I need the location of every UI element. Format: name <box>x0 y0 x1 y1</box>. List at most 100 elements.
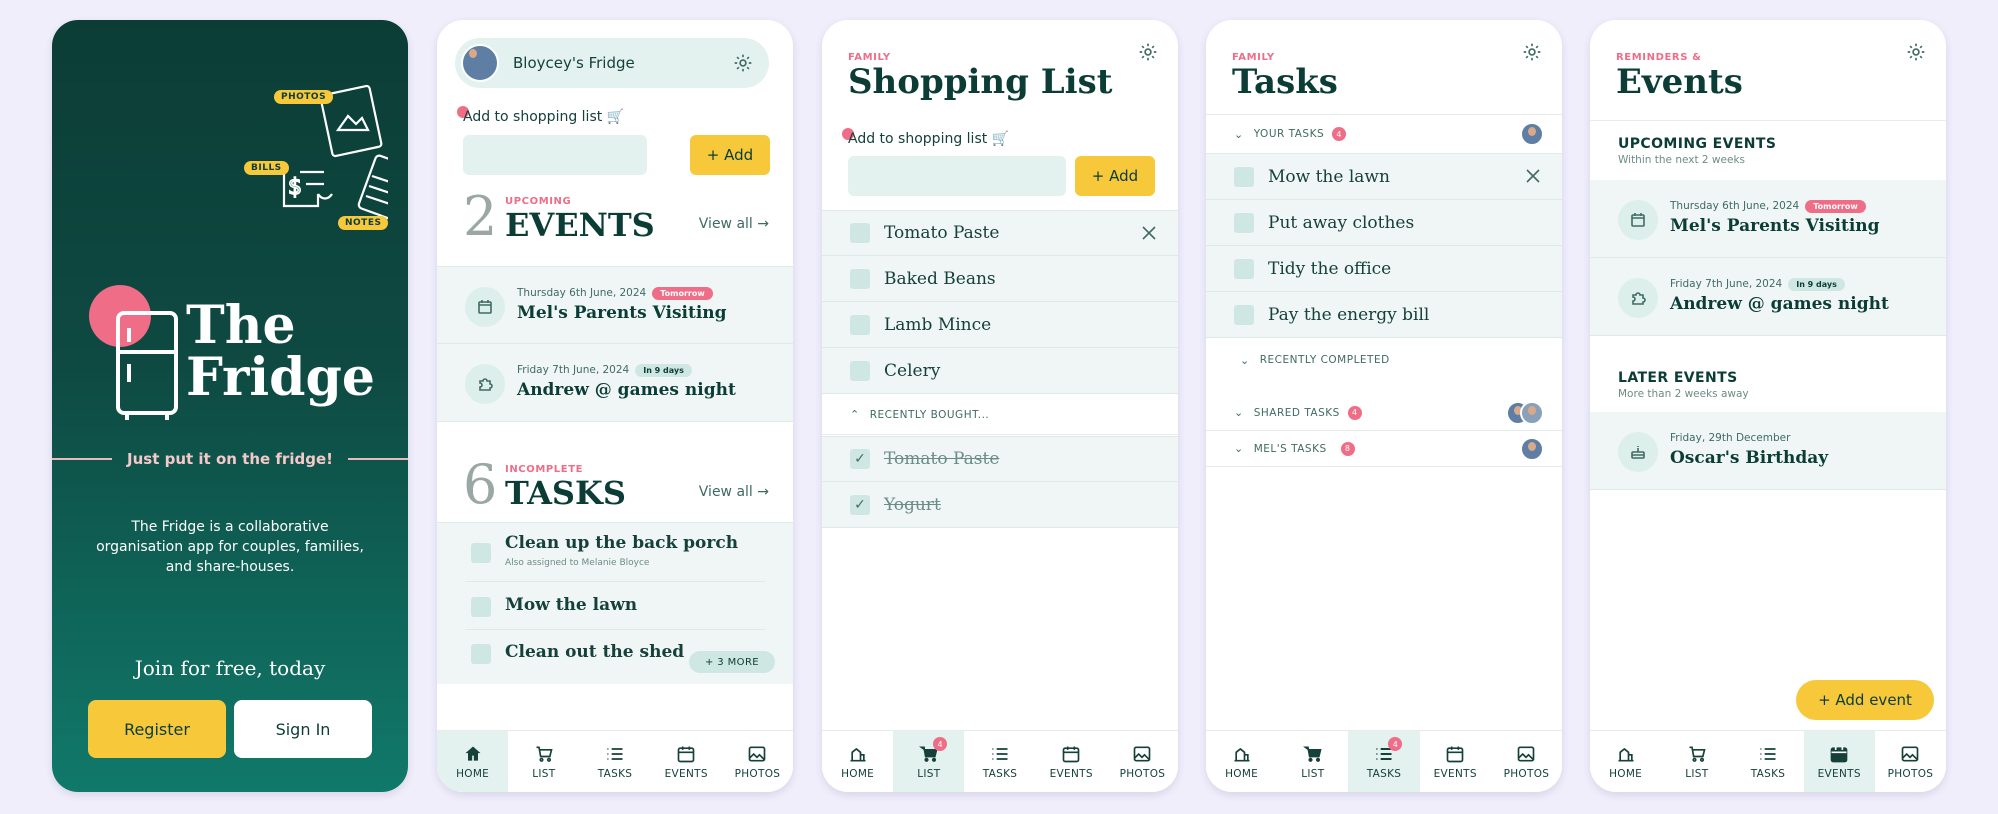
event-row[interactable]: Friday 7th June, 2024 In 9 days Andrew @ … <box>437 344 793 422</box>
more-tasks-button[interactable]: + 3 MORE <box>689 651 775 673</box>
event-row[interactable]: Thursday 6th June, 2024 Tomorrow Mel's Pa… <box>437 266 793 344</box>
tasks-badge: 4 <box>1388 737 1403 751</box>
task-checkbox[interactable] <box>1234 166 1254 187</box>
list-item[interactable]: Lamb Mince <box>822 302 1178 348</box>
list-item[interactable]: ✓ Tomato Paste <box>822 436 1178 482</box>
tab-tasks[interactable]: 4 TASKS <box>1348 731 1420 792</box>
add-event-button[interactable]: + Add event <box>1796 680 1934 720</box>
close-icon[interactable] <box>1526 169 1540 183</box>
task-checkbox[interactable] <box>471 644 491 664</box>
avatar <box>461 44 499 82</box>
check-icon[interactable]: ✓ <box>850 449 870 469</box>
task-title: Clean up the back porch <box>505 533 739 553</box>
register-button[interactable]: Register <box>88 700 226 758</box>
task-checkbox[interactable] <box>471 597 491 617</box>
task-checkbox[interactable] <box>1234 212 1254 233</box>
status-badge: In 9 days <box>1788 278 1845 291</box>
gear-icon[interactable] <box>1906 42 1926 62</box>
task-checkbox[interactable] <box>1234 258 1254 279</box>
tab-photos[interactable]: PHOTOS <box>1107 731 1178 792</box>
item-checkbox[interactable] <box>850 360 870 381</box>
add-label-text: Add to shopping list <box>848 131 988 147</box>
item-checkbox[interactable] <box>850 314 870 335</box>
divider <box>1590 120 1946 121</box>
item-checkbox[interactable] <box>850 223 870 243</box>
task-item[interactable]: Pay the energy bill <box>1206 292 1562 338</box>
task-label: Put away clothes <box>1268 212 1415 233</box>
tab-home[interactable]: HOME <box>1590 731 1661 792</box>
list-item[interactable]: Baked Beans <box>822 256 1178 302</box>
view-all-tasks-link[interactable]: View all → <box>699 484 769 500</box>
mels-tasks-toggle[interactable]: ⌄ MEL'S TASKS 8 <box>1206 431 1562 467</box>
join-heading: Join for free, today <box>134 656 326 680</box>
tab-photos[interactable]: PHOTOS <box>722 731 793 792</box>
task-checkbox[interactable] <box>471 543 491 563</box>
calendar-icon <box>677 746 695 762</box>
fridge-switcher[interactable]: Bloycey's Fridge <box>455 38 769 88</box>
logo-line1: The <box>186 295 296 356</box>
shopping-input[interactable] <box>463 135 647 175</box>
add-button[interactable]: + Add <box>1075 156 1155 196</box>
recently-bought-toggle[interactable]: ⌃ RECENTLY BOUGHT... <box>822 395 1178 435</box>
tab-list[interactable]: LIST <box>1277 731 1348 792</box>
check-icon[interactable]: ✓ <box>850 494 870 515</box>
puzzle-icon <box>1618 278 1658 318</box>
page-title: Shopping List <box>848 62 1113 102</box>
add-to-list-label: Add to shopping list 🛒 <box>848 131 1009 147</box>
tab-tasks[interactable]: TASKS <box>964 731 1035 792</box>
status-badge: In 9 days <box>635 364 692 377</box>
event-date-text: Friday 7th June, 2024 <box>1670 278 1783 290</box>
chevron-down-icon: ⌄ <box>1234 127 1244 141</box>
task-item[interactable]: Mow the lawn <box>1206 154 1562 200</box>
chevron-down-icon: ⌄ <box>1234 406 1244 419</box>
task-item[interactable]: Tidy the office <box>1206 246 1562 292</box>
gear-icon[interactable] <box>1138 42 1158 62</box>
tab-home[interactable]: HOME <box>437 731 509 792</box>
tab-home[interactable]: HOME <box>1206 731 1277 792</box>
tab-home[interactable]: HOME <box>822 731 893 792</box>
bills-tag: BILLS <box>244 161 289 175</box>
add-button[interactable]: + Add <box>690 135 770 175</box>
recently-completed-toggle[interactable]: ⌄ RECENTLY COMPLETED <box>1206 340 1562 380</box>
tab-events[interactable]: EVENTS <box>1420 731 1491 792</box>
close-icon[interactable] <box>1142 226 1156 240</box>
view-all-events-link[interactable]: View all → <box>699 216 769 232</box>
tab-events[interactable]: EVENTS <box>1036 731 1107 792</box>
sign-in-button[interactable]: Sign In <box>234 700 372 758</box>
tab-photos[interactable]: PHOTOS <box>1875 731 1946 792</box>
list-item[interactable]: ✓ Yogurt <box>822 482 1178 528</box>
event-row[interactable]: Thursday 6th June, 2024 Tomorrow Mel's Pa… <box>1590 180 1946 258</box>
tab-events[interactable]: EVENTS <box>651 731 722 792</box>
tab-photos[interactable]: PHOTOS <box>1491 731 1562 792</box>
list-item[interactable]: Celery <box>822 348 1178 394</box>
item-checkbox[interactable] <box>850 268 870 289</box>
tab-tasks[interactable]: TASKS <box>1732 731 1803 792</box>
tab-list[interactable]: LIST <box>508 731 579 792</box>
tab-events[interactable]: EVENTS <box>1803 731 1875 792</box>
gear-icon[interactable] <box>1522 42 1542 62</box>
event-row[interactable]: Friday 7th June, 2024 In 9 days Andrew @ … <box>1590 258 1946 336</box>
tab-tasks[interactable]: TASKS <box>579 731 650 792</box>
gear-icon[interactable] <box>733 53 753 73</box>
later-heading: LATER EVENTS <box>1618 370 1738 386</box>
event-row[interactable]: Friday, 29th December Oscar's Birthday <box>1590 412 1946 490</box>
home-icon <box>465 746 481 761</box>
events-count: 2 <box>463 185 498 248</box>
tab-list[interactable]: 4 LIST <box>893 731 965 792</box>
avatar <box>1520 437 1544 461</box>
tab-bar: HOME LIST TASKS EVENTS PHOTOS <box>1590 730 1946 792</box>
item-label: Tomato Paste <box>884 223 1000 243</box>
task-note: Also assigned to Melanie Bloyce <box>505 558 650 568</box>
home-icon <box>1234 747 1250 761</box>
shopping-input[interactable] <box>848 156 1066 196</box>
your-tasks-toggle[interactable]: ⌄ YOUR TASKS 4 <box>1206 114 1562 154</box>
task-checkbox[interactable] <box>1234 304 1254 325</box>
shared-tasks-toggle[interactable]: ⌄ SHARED TASKS 4 <box>1206 395 1562 431</box>
home-icon <box>850 747 866 761</box>
notes-tag: NOTES <box>338 216 389 230</box>
divider <box>465 581 765 582</box>
tab-list[interactable]: LIST <box>1661 731 1732 792</box>
item-label: Lamb Mince <box>884 314 992 335</box>
list-item[interactable]: Tomato Paste <box>822 210 1178 256</box>
task-item[interactable]: Put away clothes <box>1206 200 1562 246</box>
